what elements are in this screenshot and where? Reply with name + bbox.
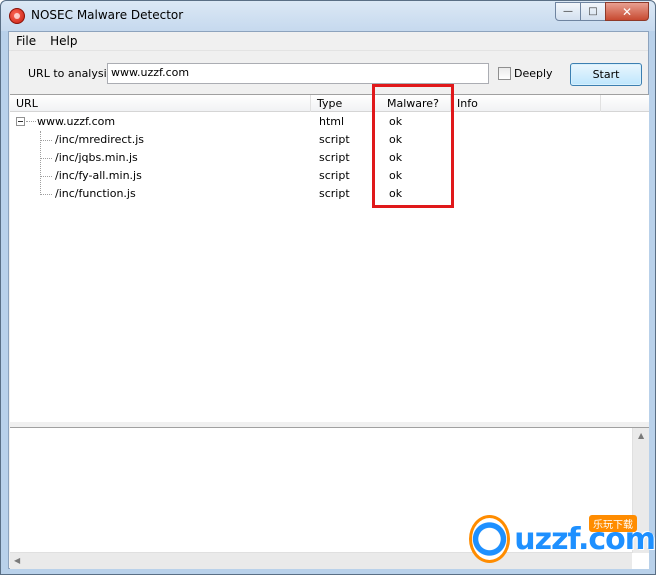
tree-connector xyxy=(40,140,52,141)
row-type: script xyxy=(319,133,350,146)
deeply-checkbox[interactable] xyxy=(498,67,511,80)
table-row[interactable]: /inc/fy-all.min.js script ok xyxy=(10,167,649,185)
deeply-label[interactable]: Deeply xyxy=(514,67,553,80)
table-row[interactable]: /inc/function.js script ok xyxy=(10,185,649,203)
malware-column-highlight xyxy=(372,84,454,208)
maximize-button[interactable]: □ xyxy=(580,2,606,21)
collapse-icon[interactable] xyxy=(16,117,25,126)
row-url: /inc/jqbs.min.js xyxy=(55,151,138,164)
row-type: script xyxy=(319,187,350,200)
row-url: /inc/mredirect.js xyxy=(55,133,144,146)
app-window: NOSEC Malware Detector — □ ✕ File Help U… xyxy=(0,0,656,575)
table-row[interactable]: /inc/jqbs.min.js script ok xyxy=(10,149,649,167)
close-button[interactable]: ✕ xyxy=(605,2,649,21)
tree-connector xyxy=(40,194,52,195)
window-title: NOSEC Malware Detector xyxy=(31,8,184,22)
column-type[interactable]: Type xyxy=(311,95,375,112)
watermark: uzzf.com 乐玩下载 xyxy=(469,511,656,567)
row-type: script xyxy=(319,151,350,164)
url-label: URL to analysis xyxy=(28,67,113,80)
table-row[interactable]: www.uzzf.com html ok xyxy=(10,113,649,131)
row-url: /inc/function.js xyxy=(55,187,136,200)
column-url[interactable]: URL xyxy=(10,95,311,112)
row-type: script xyxy=(319,169,350,182)
tree-connector xyxy=(40,176,52,177)
table-row[interactable]: /inc/mredirect.js script ok xyxy=(10,131,649,149)
row-type: html xyxy=(319,115,345,128)
minimize-button[interactable]: — xyxy=(555,2,581,21)
row-url: /inc/fy-all.min.js xyxy=(55,169,142,182)
app-logo-icon xyxy=(9,8,25,24)
results-tree[interactable]: URL Type Malware? Info www.uzzf.com html… xyxy=(10,94,649,422)
tree-connector xyxy=(26,121,36,122)
row-url: www.uzzf.com xyxy=(37,115,116,128)
url-input[interactable]: www.uzzf.com xyxy=(107,63,489,84)
tree-connector xyxy=(40,158,52,159)
start-button[interactable]: Start xyxy=(570,63,642,86)
scroll-up-icon[interactable]: ▲ xyxy=(638,431,644,440)
client-area: File Help URL to analysis www.uzzf.com D… xyxy=(8,31,649,569)
watermark-logo-icon xyxy=(469,515,511,563)
window-controls: — □ ✕ xyxy=(555,2,649,22)
results-header: URL Type Malware? Info xyxy=(10,95,649,112)
scroll-left-icon[interactable]: ◀ xyxy=(14,556,20,565)
menu-file[interactable]: File xyxy=(9,32,43,51)
column-info[interactable]: Info xyxy=(451,95,601,112)
menu-help[interactable]: Help xyxy=(43,32,84,51)
menu-bar: File Help xyxy=(9,32,648,51)
watermark-tag: 乐玩下载 xyxy=(589,515,637,532)
title-bar[interactable]: NOSEC Malware Detector — □ ✕ xyxy=(1,1,655,31)
